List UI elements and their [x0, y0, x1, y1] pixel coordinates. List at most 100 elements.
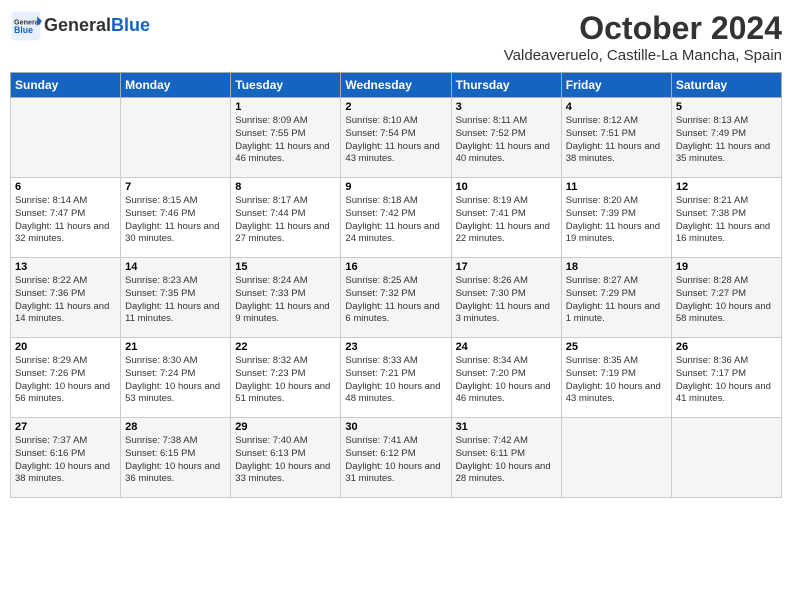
calendar-table: SundayMondayTuesdayWednesdayThursdayFrid…	[10, 72, 782, 498]
title-block: October 2024 Valdeaveruelo, Castille-La …	[504, 10, 782, 64]
day-number: 22	[235, 341, 336, 353]
day-number: 28	[125, 421, 226, 433]
calendar-cell: 19 Sunrise: 8:28 AM Sunset: 7:27 PM Dayli…	[671, 258, 781, 338]
calendar-week-5: 27 Sunrise: 7:37 AM Sunset: 6:16 PM Dayli…	[11, 418, 782, 498]
calendar-cell	[121, 98, 231, 178]
day-number: 4	[566, 101, 667, 113]
day-info: Sunrise: 8:09 AM Sunset: 7:55 PM Dayligh…	[235, 115, 336, 166]
calendar-cell	[561, 418, 671, 498]
day-number: 16	[345, 261, 446, 273]
calendar-cell: 16Sunrise: 8:25 AM Sunset: 7:32 PM Dayli…	[341, 258, 451, 338]
day-info: Sunrise: 8:17 AM Sunset: 7:44 PM Dayligh…	[235, 195, 336, 246]
weekday-header-row: SundayMondayTuesdayWednesdayThursdayFrid…	[11, 73, 782, 98]
day-info: Sunrise: 8:14 AM Sunset: 7:47 PM Dayligh…	[15, 195, 116, 246]
calendar-week-3: 13 Sunrise: 8:22 AM Sunset: 7:36 PM Dayli…	[11, 258, 782, 338]
day-number: 12	[676, 181, 777, 193]
day-number: 27	[15, 421, 116, 433]
calendar-cell: 28 Sunrise: 7:38 AM Sunset: 6:15 PM Dayli…	[121, 418, 231, 498]
day-info: Sunrise: 8:21 AM Sunset: 7:38 PM Dayligh…	[676, 195, 777, 246]
calendar-cell: 12 Sunrise: 8:21 AM Sunset: 7:38 PM Dayli…	[671, 178, 781, 258]
day-number: 6	[15, 181, 116, 193]
day-info: Sunrise: 8:22 AM Sunset: 7:36 PM Dayligh…	[15, 275, 116, 326]
day-number: 10	[456, 181, 557, 193]
calendar-cell: 24Sunrise: 8:34 AM Sunset: 7:20 PM Dayli…	[451, 338, 561, 418]
day-info: Sunrise: 8:18 AM Sunset: 7:42 PM Dayligh…	[345, 195, 446, 246]
day-number: 30	[345, 421, 446, 433]
weekday-header-friday: Friday	[561, 73, 671, 98]
calendar-cell: 25 Sunrise: 8:35 AM Sunset: 7:19 PM Dayli…	[561, 338, 671, 418]
calendar-cell: 20 Sunrise: 8:29 AM Sunset: 7:26 PM Dayli…	[11, 338, 121, 418]
calendar-cell: 6 Sunrise: 8:14 AM Sunset: 7:47 PM Daylig…	[11, 178, 121, 258]
calendar-cell: 4 Sunrise: 8:12 AM Sunset: 7:51 PM Daylig…	[561, 98, 671, 178]
calendar-cell: 23Sunrise: 8:33 AM Sunset: 7:21 PM Dayli…	[341, 338, 451, 418]
calendar-cell: 13 Sunrise: 8:22 AM Sunset: 7:36 PM Dayli…	[11, 258, 121, 338]
calendar-cell: 2Sunrise: 8:10 AM Sunset: 7:54 PM Daylig…	[341, 98, 451, 178]
calendar-week-2: 6 Sunrise: 8:14 AM Sunset: 7:47 PM Daylig…	[11, 178, 782, 258]
calendar-cell: 18Sunrise: 8:27 AM Sunset: 7:29 PM Dayli…	[561, 258, 671, 338]
day-info: Sunrise: 8:20 AM Sunset: 7:39 PM Dayligh…	[566, 195, 667, 246]
day-number: 25	[566, 341, 667, 353]
day-info: Sunrise: 8:28 AM Sunset: 7:27 PM Dayligh…	[676, 275, 777, 326]
day-number: 9	[345, 181, 446, 193]
logo-icon: General Blue	[10, 10, 42, 42]
day-info: Sunrise: 8:10 AM Sunset: 7:54 PM Dayligh…	[345, 115, 446, 166]
day-number: 11	[566, 181, 667, 193]
day-number: 3	[456, 101, 557, 113]
day-info: Sunrise: 8:30 AM Sunset: 7:24 PM Dayligh…	[125, 355, 226, 406]
weekday-header-sunday: Sunday	[11, 73, 121, 98]
day-info: Sunrise: 7:38 AM Sunset: 6:15 PM Dayligh…	[125, 435, 226, 486]
calendar-body: 1 Sunrise: 8:09 AM Sunset: 7:55 PM Daylig…	[11, 98, 782, 498]
day-number: 26	[676, 341, 777, 353]
weekday-header-monday: Monday	[121, 73, 231, 98]
day-number: 21	[125, 341, 226, 353]
day-info: Sunrise: 8:23 AM Sunset: 7:35 PM Dayligh…	[125, 275, 226, 326]
day-info: Sunrise: 8:35 AM Sunset: 7:19 PM Dayligh…	[566, 355, 667, 406]
day-number: 18	[566, 261, 667, 273]
day-number: 19	[676, 261, 777, 273]
calendar-cell: 26Sunrise: 8:36 AM Sunset: 7:17 PM Dayli…	[671, 338, 781, 418]
day-number: 17	[456, 261, 557, 273]
calendar-cell: 17 Sunrise: 8:26 AM Sunset: 7:30 PM Dayli…	[451, 258, 561, 338]
weekday-header-tuesday: Tuesday	[231, 73, 341, 98]
day-number: 29	[235, 421, 336, 433]
day-info: Sunrise: 7:42 AM Sunset: 6:11 PM Dayligh…	[456, 435, 557, 486]
calendar-cell: 10 Sunrise: 8:19 AM Sunset: 7:41 PM Dayli…	[451, 178, 561, 258]
day-info: Sunrise: 8:29 AM Sunset: 7:26 PM Dayligh…	[15, 355, 116, 406]
month-title: October 2024	[504, 10, 782, 47]
calendar-cell: 11 Sunrise: 8:20 AM Sunset: 7:39 PM Dayli…	[561, 178, 671, 258]
weekday-header-saturday: Saturday	[671, 73, 781, 98]
calendar-week-4: 20 Sunrise: 8:29 AM Sunset: 7:26 PM Dayli…	[11, 338, 782, 418]
location-title: Valdeaveruelo, Castille-La Mancha, Spain	[504, 47, 782, 64]
day-number: 5	[676, 101, 777, 113]
calendar-cell: 22 Sunrise: 8:32 AM Sunset: 7:23 PM Dayli…	[231, 338, 341, 418]
svg-text:Blue: Blue	[14, 25, 33, 35]
calendar-cell: 7 Sunrise: 8:15 AM Sunset: 7:46 PM Daylig…	[121, 178, 231, 258]
calendar-cell: 30 Sunrise: 7:41 AM Sunset: 6:12 PM Dayli…	[341, 418, 451, 498]
calendar-cell: 9 Sunrise: 8:18 AM Sunset: 7:42 PM Daylig…	[341, 178, 451, 258]
day-number: 1	[235, 101, 336, 113]
day-info: Sunrise: 8:11 AM Sunset: 7:52 PM Dayligh…	[456, 115, 557, 166]
calendar-header: SundayMondayTuesdayWednesdayThursdayFrid…	[11, 73, 782, 98]
day-number: 13	[15, 261, 116, 273]
day-info: Sunrise: 8:24 AM Sunset: 7:33 PM Dayligh…	[235, 275, 336, 326]
calendar-cell: 27 Sunrise: 7:37 AM Sunset: 6:16 PM Dayli…	[11, 418, 121, 498]
day-info: Sunrise: 8:26 AM Sunset: 7:30 PM Dayligh…	[456, 275, 557, 326]
page-header: General Blue GeneralBlue October 2024 Va…	[10, 10, 782, 64]
day-number: 8	[235, 181, 336, 193]
day-info: Sunrise: 8:13 AM Sunset: 7:49 PM Dayligh…	[676, 115, 777, 166]
day-info: Sunrise: 8:32 AM Sunset: 7:23 PM Dayligh…	[235, 355, 336, 406]
day-info: Sunrise: 7:37 AM Sunset: 6:16 PM Dayligh…	[15, 435, 116, 486]
day-number: 20	[15, 341, 116, 353]
day-info: Sunrise: 8:12 AM Sunset: 7:51 PM Dayligh…	[566, 115, 667, 166]
calendar-cell: 1 Sunrise: 8:09 AM Sunset: 7:55 PM Daylig…	[231, 98, 341, 178]
day-number: 7	[125, 181, 226, 193]
day-info: Sunrise: 8:15 AM Sunset: 7:46 PM Dayligh…	[125, 195, 226, 246]
day-number: 14	[125, 261, 226, 273]
calendar-cell: 15 Sunrise: 8:24 AM Sunset: 7:33 PM Dayli…	[231, 258, 341, 338]
day-info: Sunrise: 8:19 AM Sunset: 7:41 PM Dayligh…	[456, 195, 557, 246]
day-number: 15	[235, 261, 336, 273]
calendar-cell: 5 Sunrise: 8:13 AM Sunset: 7:49 PM Daylig…	[671, 98, 781, 178]
calendar-cell: 29Sunrise: 7:40 AM Sunset: 6:13 PM Dayli…	[231, 418, 341, 498]
day-info: Sunrise: 7:41 AM Sunset: 6:12 PM Dayligh…	[345, 435, 446, 486]
calendar-cell: 21 Sunrise: 8:30 AM Sunset: 7:24 PM Dayli…	[121, 338, 231, 418]
